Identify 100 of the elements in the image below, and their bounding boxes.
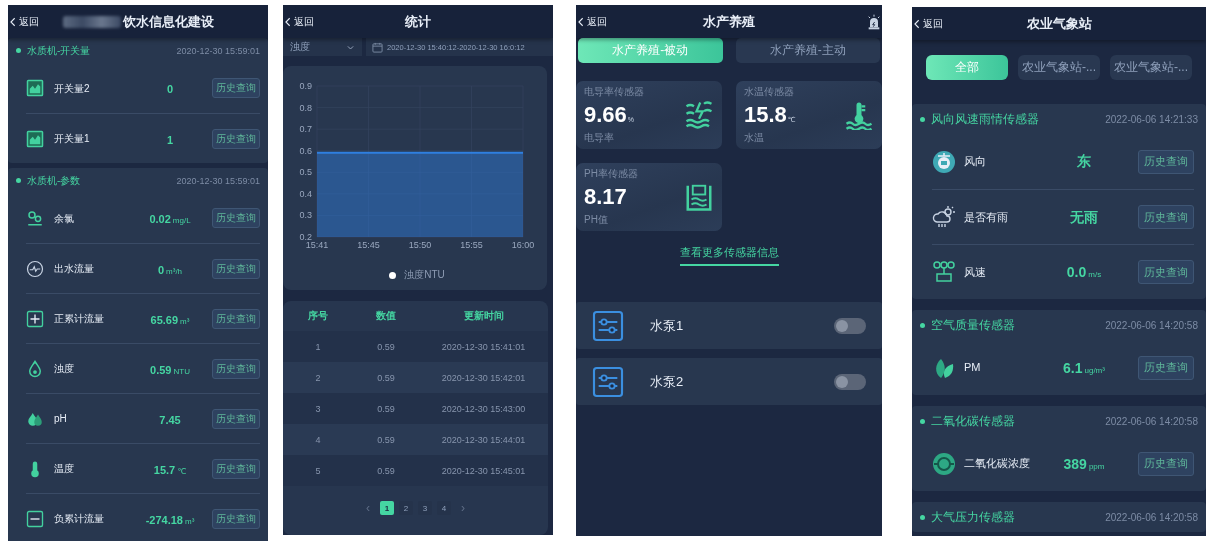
- sensor-value: 9.66: [584, 102, 627, 127]
- unit-label: m/s: [1088, 270, 1102, 279]
- next-page-button[interactable]: ›: [456, 501, 470, 515]
- page-button[interactable]: 4: [437, 501, 451, 515]
- sensor-name: PM: [964, 360, 982, 375]
- table-cell-text: 2020-12-30 15:41:01: [440, 341, 527, 352]
- unit-label: m³: [185, 516, 195, 526]
- history-button[interactable]: 历史查询: [212, 78, 260, 98]
- calendar-icon: [372, 41, 383, 53]
- axis-label: 0.6: [299, 145, 312, 156]
- chart-icon: [26, 129, 44, 148]
- page-button[interactable]: 1: [380, 501, 394, 515]
- toggle-switch[interactable]: [834, 317, 866, 334]
- plus-icon: [26, 309, 44, 328]
- sensor-title: 电导率传感器: [584, 85, 645, 100]
- axis-label: 15:45: [357, 240, 380, 250]
- sensor-name: 开关量1: [54, 132, 91, 145]
- history-button[interactable]: 历史查询: [212, 458, 260, 479]
- column-header: 序号: [307, 309, 329, 323]
- weather-icon: [932, 205, 956, 229]
- back-button[interactable]: 返回: [912, 16, 943, 31]
- timestamp: 2022-06-06 14:20:58: [1105, 511, 1198, 523]
- status-dot: [920, 418, 925, 424]
- droplet-icon: [26, 359, 44, 378]
- table-cell-text: 0.59: [376, 465, 396, 476]
- sensor-name: 正累计流量: [54, 312, 105, 325]
- filter-tab[interactable]: 农业气象站-...: [1110, 55, 1192, 80]
- sensor-title: PH率传感器: [584, 167, 639, 182]
- sensor-value: 1: [166, 133, 174, 146]
- history-button[interactable]: 历史查询: [212, 358, 260, 379]
- sensor-name: 负累计流量: [54, 512, 105, 525]
- table-cell-text: 3: [314, 403, 322, 414]
- sensor-name: 二氧化碳浓度: [964, 456, 1030, 471]
- anemometer-icon: [932, 260, 956, 284]
- water-thermometer-icon: [844, 100, 874, 130]
- minus-icon: [26, 509, 44, 528]
- history-button[interactable]: 历史查询: [1138, 205, 1194, 229]
- sensor-name: 余氯: [54, 211, 75, 225]
- table-cell-text: 0.59: [376, 434, 396, 445]
- sensor-name: 风速: [964, 264, 987, 280]
- history-button[interactable]: 历史查询: [212, 508, 260, 529]
- screen-title: 饮水信息化建设: [122, 12, 214, 31]
- history-button[interactable]: 历史查询: [1138, 149, 1194, 174]
- sensor-caption: PH值: [584, 212, 609, 227]
- unit-label: mg/L: [172, 216, 191, 225]
- filter-tab[interactable]: 农业气象站-...: [1018, 55, 1100, 80]
- table-cell-text: 1: [314, 341, 322, 352]
- status-dot: [920, 514, 925, 520]
- metric-dropdown[interactable]: 浊度: [283, 38, 362, 56]
- timestamp: 2022-06-06 14:21:33: [1105, 113, 1198, 125]
- axis-label: 16:00: [511, 240, 535, 250]
- back-button[interactable]: 返回: [283, 14, 314, 29]
- history-button[interactable]: 历史查询: [212, 128, 260, 149]
- group-title: 水质机-参数: [27, 173, 82, 188]
- sensor-value: 0.0: [1066, 264, 1087, 280]
- blurred-region: [62, 15, 121, 28]
- axis-label: 0.5: [299, 167, 312, 178]
- toggle-switch[interactable]: [834, 373, 866, 390]
- status-dot: [16, 178, 21, 183]
- axis-label: 0.2: [299, 232, 312, 242]
- screen-title: 统计: [405, 12, 431, 31]
- history-button[interactable]: 历史查询: [1138, 451, 1194, 476]
- history-button[interactable]: 历史查询: [212, 258, 260, 279]
- table-cell-text: 2020-12-30 15:44:01: [440, 434, 527, 445]
- mode-tab[interactable]: 水产养殖-主动: [735, 38, 880, 63]
- table-cell-text: 4: [314, 434, 322, 445]
- back-button[interactable]: 返回: [8, 14, 39, 29]
- table-cell-text: 5: [314, 465, 322, 476]
- sensor-name: 是否有雨: [964, 209, 1009, 225]
- table-cell-text: 2020-12-30 15:45:01: [440, 465, 527, 476]
- pump-name: 水泵1: [650, 316, 685, 335]
- history-button[interactable]: 历史查询: [1138, 260, 1194, 284]
- page-button[interactable]: 2: [399, 501, 413, 515]
- history-button[interactable]: 历史查询: [212, 308, 260, 329]
- more-sensors-link[interactable]: 查看更多传感器信息: [679, 245, 779, 266]
- history-button[interactable]: 历史查询: [212, 208, 260, 228]
- status-dot: [16, 48, 21, 53]
- sensor-value: 东: [1077, 153, 1091, 169]
- page-button[interactable]: 3: [418, 501, 432, 515]
- sensor-value: 389: [1063, 455, 1087, 472]
- axis-label: 0.8: [299, 102, 312, 113]
- molecule-icon: [26, 209, 44, 227]
- sensor-name: 温度: [54, 462, 75, 475]
- axis-label: 0.9: [299, 81, 312, 91]
- group-title: 空气质量传感器: [931, 316, 1016, 334]
- timestamp: 2022-06-06 14:20:58: [1105, 415, 1198, 427]
- group-title: 水质机-开关量: [27, 43, 92, 58]
- pulse-icon: [26, 259, 44, 278]
- axis-label: 15:50: [408, 240, 432, 250]
- sensor-caption: 电导率: [584, 130, 615, 145]
- back-button[interactable]: 返回: [576, 14, 607, 29]
- table-cell-text: 0.59: [376, 372, 396, 383]
- unit-label: m³: [180, 316, 190, 326]
- chevron-left-icon: [576, 16, 586, 27]
- tank-icon: [684, 182, 714, 212]
- sensor-value: 7.45: [159, 413, 181, 426]
- prev-page-button[interactable]: ‹: [361, 501, 375, 515]
- history-button[interactable]: 历史查询: [212, 408, 260, 429]
- history-button[interactable]: 历史查询: [1138, 355, 1194, 380]
- sensor-name: 开关量2: [54, 81, 91, 95]
